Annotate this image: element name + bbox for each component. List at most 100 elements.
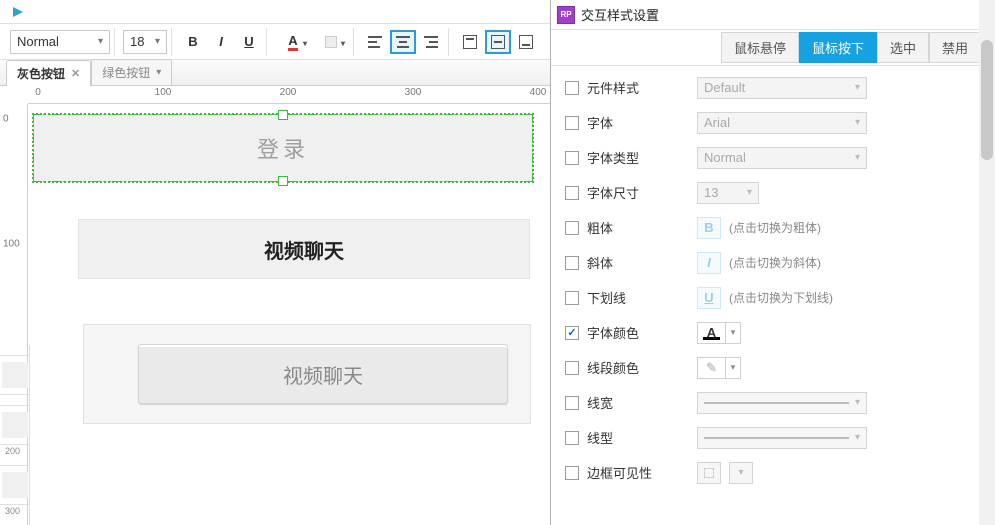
style-list: 元件样式 Default▾ 字体 Arial▾ 字体类型 Normal▾ 字体尺… [551,66,995,525]
checkbox[interactable] [565,291,579,305]
state-tab-disabled[interactable]: 禁用 [929,32,981,63]
widget-video-chat-button[interactable]: 视频聊天 [138,344,508,404]
page-tab-green[interactable]: 绿色按钮 ▾ [91,59,172,85]
interaction-style-panel: RP 交互样式设置 鼠标悬停 鼠标按下 选中 禁用 元件样式 Default▾ … [550,0,995,525]
state-tab-hover[interactable]: 鼠标悬停 [721,32,799,63]
ruler-label: 400 [530,87,547,98]
scrollbar-thumb[interactable] [981,40,993,160]
row-line-style: 线型 ▾ [565,420,981,455]
play-icon[interactable] [8,2,28,22]
checkbox[interactable] [565,431,579,445]
hint-text: (点击切换为下划线) [729,289,833,306]
row-label: 边框可见性 [587,463,697,482]
font-color-button[interactable]: A▾ [275,30,311,54]
panel-title: 交互样式设置 [581,5,659,24]
align-right-button[interactable] [418,30,444,54]
underline-button[interactable]: U [236,30,262,54]
checkbox[interactable] [565,81,579,95]
widget-text: 视频聊天 [283,360,363,389]
checkbox[interactable] [565,186,579,200]
editor-area: 0 100 200 300 400 0 100 200 300 登录 视频聊天 … [0,86,550,525]
row-line-width: 线宽 ▾ [565,385,981,420]
ruler-label: 100 [3,239,20,250]
checkbox[interactable] [565,221,579,235]
minimap: 200 300 [0,345,30,525]
checkbox[interactable] [565,151,579,165]
chevron-down-icon: ▾ [98,36,103,47]
checkbox[interactable]: ✓ [565,326,579,340]
border-seg-button[interactable] [697,462,721,484]
checkbox[interactable] [565,256,579,270]
font-color-picker[interactable]: A ▾ [697,322,741,344]
align-left-button[interactable] [362,30,388,54]
row-label: 字体颜色 [587,323,697,342]
close-icon[interactable]: ✕ [71,67,80,80]
font-size-select[interactable]: 13▾ [697,182,759,204]
outer-shadow-button[interactable]: ▾ [313,30,349,54]
row-font-size: 字体尺寸 13▾ [565,175,981,210]
line-color-picker[interactable]: ✎ ▾ [697,357,741,379]
widget-login-button[interactable]: 登录 [33,114,533,182]
element-style-select[interactable]: Default▾ [697,77,867,99]
chevron-down-icon: ▾ [726,358,740,378]
ruler-label: 0 [3,114,9,125]
row-border-visibility: 边框可见性 ▾ [565,455,981,490]
pencil-icon: ✎ [698,358,726,378]
horizontal-ruler: 0 100 200 300 400 [28,86,550,104]
row-label: 线型 [587,428,697,447]
checkbox[interactable] [565,396,579,410]
row-font-color: ✓ 字体颜色 A ▾ [565,315,981,350]
row-label: 字体 [587,113,697,132]
row-label: 字体类型 [587,148,697,167]
paragraph-style-value: Normal [17,34,59,49]
checkbox[interactable] [565,466,579,480]
page-tab-label: 绿色按钮 [102,64,150,81]
state-tab-selected[interactable]: 选中 [877,32,929,63]
line-style-select[interactable]: ▾ [697,427,867,449]
page-tab-label: 灰色按钮 [17,65,65,82]
hint-text: (点击切换为粗体) [729,219,821,236]
bold-button[interactable]: B [180,30,206,54]
scrollbar[interactable] [979,0,995,525]
underline-toggle[interactable]: U [697,287,721,309]
row-label: 线宽 [587,393,697,412]
widget-video-chat-bar[interactable]: 视频聊天 [78,219,530,279]
italic-toggle[interactable]: I [697,252,721,274]
checkbox[interactable] [565,116,579,130]
state-tab-pressed[interactable]: 鼠标按下 [799,32,877,63]
row-element-style: 元件样式 Default▾ [565,70,981,105]
row-font-type: 字体类型 Normal▾ [565,140,981,175]
line-width-select[interactable]: ▾ [697,392,867,414]
page-tab-gray[interactable]: 灰色按钮 ✕ [6,60,91,86]
row-font: 字体 Arial▾ [565,105,981,140]
hint-text: (点击切换为斜体) [729,254,821,271]
valign-top-button[interactable] [457,30,483,54]
row-label: 下划线 [587,288,697,307]
row-bold: 粗体 B (点击切换为粗体) [565,210,981,245]
design-canvas[interactable]: 登录 视频聊天 视频聊天 [28,104,550,525]
row-line-color: 线段颜色 ✎ ▾ [565,350,981,385]
row-label: 线段颜色 [587,358,697,377]
rp-icon: RP [557,6,575,24]
font-size-select[interactable]: 18 ▾ [123,30,167,54]
font-select[interactable]: Arial▾ [697,112,867,134]
valign-middle-button[interactable] [485,30,511,54]
font-type-select[interactable]: Normal▾ [697,147,867,169]
widget-text: 登录 [257,132,309,164]
chevron-down-icon: ▾ [726,323,740,343]
chevron-down-icon: ▾ [155,36,160,47]
state-tab-bar: 鼠标悬停 鼠标按下 选中 禁用 [551,30,995,66]
border-seg-dropdown[interactable]: ▾ [729,462,753,484]
panel-header: RP 交互样式设置 [551,0,995,30]
ruler-label: 300 [405,87,422,98]
row-label: 斜体 [587,253,697,272]
checkbox[interactable] [565,361,579,375]
valign-bottom-button[interactable] [513,30,539,54]
bold-toggle[interactable]: B [697,217,721,239]
align-center-button[interactable] [390,30,416,54]
paragraph-style-select[interactable]: Normal ▾ [10,30,110,54]
letter-a-icon: A [698,323,726,343]
row-italic: 斜体 I (点击切换为斜体) [565,245,981,280]
italic-button[interactable]: I [208,30,234,54]
chevron-down-icon: ▾ [156,67,161,78]
